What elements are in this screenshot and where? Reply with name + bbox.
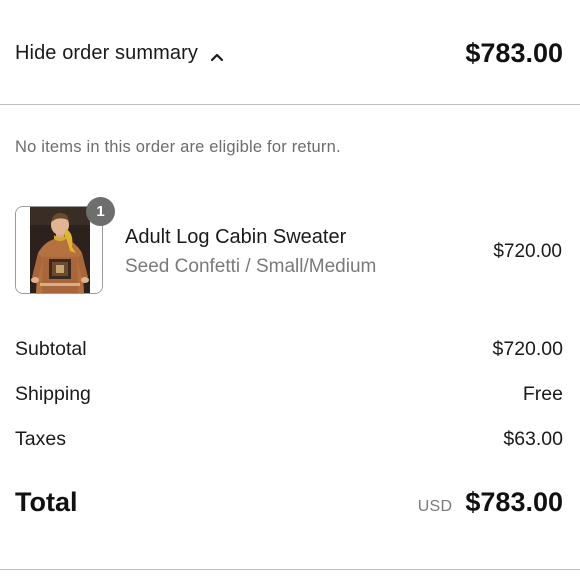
subtotal-value: $720.00 (492, 338, 564, 360)
header-total-price: $783.00 (465, 38, 563, 68)
total-amount-group: USD $783.00 (418, 487, 563, 518)
subtotal-label: Subtotal (15, 338, 87, 360)
shipping-label: Shipping (15, 383, 91, 405)
quantity-badge: 1 (86, 197, 115, 226)
item-variant: Seed Confetti / Small/Medium (125, 256, 377, 277)
taxes-label: Taxes (15, 428, 66, 450)
chevron-up-icon (210, 49, 224, 61)
line-item: 1 Adult Log Cabin Sweater Seed Confetti … (0, 195, 580, 305)
return-eligibility-notice: No items in this order are eligible for … (15, 138, 341, 156)
taxes-value: $63.00 (503, 428, 563, 450)
bottom-divider (0, 569, 580, 570)
shipping-row: Shipping Free (15, 383, 563, 406)
subtotal-row: Subtotal $720.00 (15, 338, 563, 361)
hide-order-summary-toggle[interactable]: Hide order summary (15, 42, 224, 65)
item-price: $720.00 (493, 241, 562, 262)
order-summary-header: Hide order summary $783.00 (0, 0, 580, 105)
item-name: Adult Log Cabin Sweater (125, 226, 347, 248)
total-row: Total USD $783.00 (15, 487, 563, 518)
shipping-value: Free (522, 383, 563, 405)
total-label: Total (15, 487, 78, 517)
currency-code: USD (417, 498, 453, 515)
toggle-label: Hide order summary (15, 42, 198, 64)
total-value: $783.00 (465, 487, 563, 517)
taxes-row: Taxes $63.00 (15, 428, 563, 451)
